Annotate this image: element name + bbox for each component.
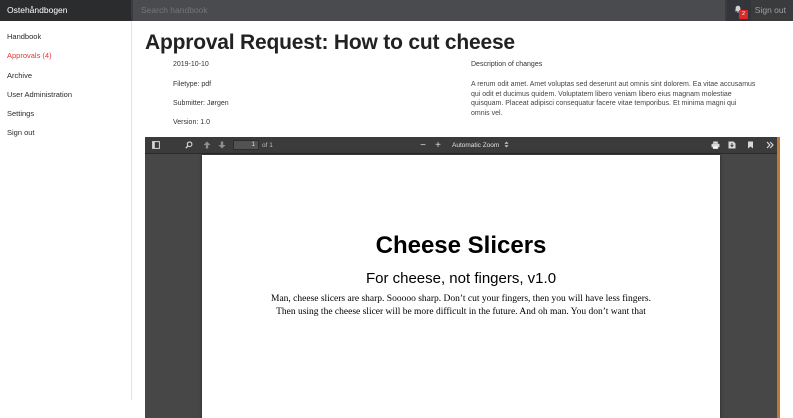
search-input[interactable]	[133, 0, 725, 21]
double-chevron-right-icon	[766, 141, 774, 149]
sidebar-bottom	[0, 400, 145, 418]
document-title: Cheese Slicers	[375, 232, 547, 259]
download-icon	[728, 141, 736, 149]
description-text: A rerum odit amet. Amet voluptas sed des…	[471, 81, 756, 117]
notifications-button[interactable]: 2	[727, 0, 751, 21]
description-label: Description of changes	[471, 61, 543, 68]
download-button[interactable]	[725, 137, 739, 154]
next-page-button[interactable]	[215, 137, 228, 154]
document-body: Man, cheese slicers are sharp. Sooooo sh…	[202, 293, 720, 319]
search-icon	[185, 141, 193, 149]
page-count-label: of 1	[262, 142, 273, 149]
arrow-down-icon	[218, 141, 225, 149]
page-number-input[interactable]: 1	[233, 140, 259, 150]
sidebar-item-archive[interactable]: Archive	[7, 71, 32, 80]
meta-filetype: Filetype: pdf	[173, 81, 212, 88]
sidebar: Handbook Approvals (4) Archive User Admi…	[0, 21, 132, 400]
find-button[interactable]	[182, 137, 196, 154]
chevron-updown-icon	[504, 141, 509, 148]
meta-version: Version: 1.0	[173, 119, 210, 126]
bookmark-button[interactable]	[743, 137, 757, 154]
print-button[interactable]	[708, 137, 722, 154]
sidebar-item-handbook[interactable]: Handbook	[7, 32, 41, 41]
bookmark-icon	[747, 141, 753, 149]
page-title: Approval Request: How to cut cheese	[145, 31, 515, 54]
pdf-viewer: 1 of 1 − + Automatic Zoom Cheese Slicers…	[145, 137, 780, 418]
zoom-select-value: Automatic Zoom	[452, 142, 500, 149]
pdf-toolbar: 1 of 1 − + Automatic Zoom	[145, 137, 780, 154]
top-bar: Ostehåndbogen 2 Sign out	[0, 0, 793, 21]
meta-submitter: Submitter: Jørgen	[173, 100, 229, 107]
sidebar-toggle-icon	[152, 141, 160, 149]
notification-count-badge: 2	[739, 10, 748, 19]
print-icon	[711, 141, 719, 149]
app-brand[interactable]: Ostehåndbogen	[0, 0, 131, 21]
sidebar-item-settings[interactable]: Settings	[7, 109, 34, 118]
document-body-line: Man, cheese slicers are sharp. Sooooo sh…	[271, 294, 651, 304]
pdf-page: Cheese Slicers For cheese, not fingers, …	[202, 155, 720, 418]
zoom-in-button[interactable]: +	[432, 137, 444, 154]
arrow-up-icon	[203, 141, 210, 149]
zoom-select[interactable]: Automatic Zoom	[450, 140, 516, 151]
sidebar-item-sign-out[interactable]: Sign out	[7, 128, 35, 137]
sidebar-toggle-button[interactable]	[149, 137, 163, 154]
previous-page-button[interactable]	[200, 137, 213, 154]
viewer-scrollbar[interactable]	[777, 137, 780, 418]
signout-link-header[interactable]: Sign out	[752, 0, 793, 21]
tools-button[interactable]	[763, 137, 777, 154]
document-body-line: Then using the cheese slicer will be mor…	[276, 307, 646, 317]
document-subtitle: For cheese, not fingers, v1.0	[365, 270, 557, 287]
sidebar-item-user-administration[interactable]: User Administration	[7, 90, 72, 99]
zoom-out-button[interactable]: −	[417, 137, 429, 154]
sidebar-item-approvals[interactable]: Approvals (4)	[7, 51, 52, 60]
meta-date: 2019-10-10	[173, 61, 209, 68]
